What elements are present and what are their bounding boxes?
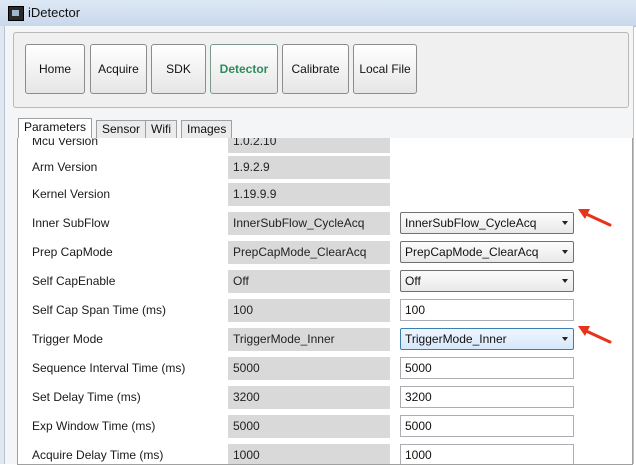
param-label-set-delay-time: Set Delay Time (ms) <box>32 390 141 404</box>
param-label-arm-version: Arm Version <box>32 160 98 174</box>
acquire-button[interactable]: Acquire <box>90 44 147 94</box>
chevron-down-icon <box>562 250 568 254</box>
param-value-exp-window-time: 5000 <box>228 415 390 438</box>
sequence-interval-time-input[interactable]: 5000 <box>400 357 574 379</box>
param-label-self-capenable: Self CapEnable <box>32 274 116 288</box>
param-value-prep-capmode: PrepCapMode_ClearAcq <box>228 241 390 264</box>
self-cap-span-time-input[interactable]: 100 <box>400 299 574 321</box>
inner-subflow-select[interactable]: InnerSubFlow_CycleAcq <box>400 212 574 234</box>
annotation-arrow-inner-subflow <box>578 209 612 227</box>
param-label-self-cap-span-time: Self Cap Span Time (ms) <box>32 303 167 317</box>
param-value-arm-version: 1.9.2.9 <box>228 156 390 179</box>
param-value-kernel-version: 1.19.9.9 <box>228 183 390 206</box>
acquire-delay-time-input[interactable]: 1000 <box>400 444 574 464</box>
window-title: iDetector <box>28 5 81 20</box>
detector-button[interactable]: Detector <box>210 44 278 94</box>
param-value-mcu-version: 1.0.2.10 <box>228 138 390 153</box>
tab-images[interactable]: Images <box>181 120 233 138</box>
toolbar: Home Acquire SDK Detector Calibrate Loca… <box>13 32 629 108</box>
tab-wifi[interactable]: Wifi <box>145 120 177 138</box>
trigger-mode-select-value: TriggerMode_Inner <box>405 332 507 346</box>
param-label-sequence-interval-time: Sequence Interval Time (ms) <box>32 361 186 375</box>
param-label-mcu-version: Mcu Version <box>32 138 99 148</box>
trigger-mode-select[interactable]: TriggerMode_Inner <box>400 328 574 350</box>
param-value-self-capenable: Off <box>228 270 390 293</box>
tab-sensor[interactable]: Sensor <box>96 120 147 138</box>
tab-parameters[interactable]: Parameters <box>18 118 93 139</box>
annotation-arrow-trigger-mode <box>578 326 612 344</box>
param-value-self-cap-span-time: 100 <box>228 299 390 322</box>
chevron-down-icon <box>562 279 568 283</box>
self-capenable-select-value: Off <box>405 274 421 288</box>
param-value-sequence-interval-time: 5000 <box>228 357 390 380</box>
param-value-inner-subflow: InnerSubFlow_CycleAcq <box>228 212 390 235</box>
self-capenable-select[interactable]: Off <box>400 270 574 292</box>
param-label-prep-capmode: Prep CapMode <box>32 245 113 259</box>
set-delay-time-input[interactable]: 3200 <box>400 386 574 408</box>
param-label-inner-subflow: Inner SubFlow <box>32 216 110 230</box>
param-label-acquire-delay-time: Acquire Delay Time (ms) <box>32 448 164 462</box>
param-value-acquire-delay-time: 1000 <box>228 444 390 464</box>
local-file-button[interactable]: Local File <box>353 44 417 94</box>
param-label-trigger-mode: Trigger Mode <box>32 332 103 346</box>
prep-capmode-select[interactable]: PrepCapMode_ClearAcq <box>400 241 574 263</box>
tab-strip: Parameters Sensor Wifi Images <box>17 118 631 139</box>
chevron-down-icon <box>562 221 568 225</box>
exp-window-time-input[interactable]: 5000 <box>400 415 574 437</box>
home-button[interactable]: Home <box>25 44 85 94</box>
sdk-button[interactable]: SDK <box>151 44 206 94</box>
app-icon <box>8 6 24 21</box>
calibrate-button[interactable]: Calibrate <box>282 44 349 94</box>
param-label-kernel-version: Kernel Version <box>32 187 111 201</box>
param-value-set-delay-time: 3200 <box>228 386 390 409</box>
prep-capmode-select-value: PrepCapMode_ClearAcq <box>405 245 539 259</box>
param-value-trigger-mode: TriggerMode_Inner <box>228 328 390 351</box>
param-label-exp-window-time: Exp Window Time (ms) <box>32 419 156 433</box>
title-bar: iDetector <box>0 0 636 27</box>
inner-subflow-select-value: InnerSubFlow_CycleAcq <box>405 216 537 230</box>
parameters-panel: Mcu Version 1.0.2.10 Arm Version 1.9.2.9… <box>17 138 633 465</box>
chevron-down-icon <box>562 337 568 341</box>
main-window: Home Acquire SDK Detector Calibrate Loca… <box>4 26 634 465</box>
